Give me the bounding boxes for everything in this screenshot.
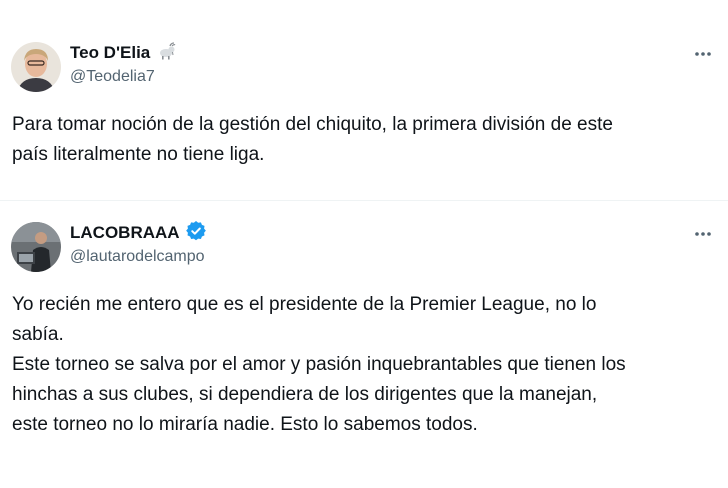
- handle[interactable]: @lautarodelcampo: [70, 248, 205, 266]
- avatar-photo-icon: [11, 42, 61, 92]
- handle[interactable]: @Teodelia7: [70, 68, 155, 86]
- more-icon: [695, 232, 711, 236]
- display-name[interactable]: Teo D'Elia: [70, 43, 150, 63]
- goat-icon: [156, 41, 176, 65]
- more-options-button[interactable]: [691, 222, 715, 246]
- verified-badge-icon[interactable]: [185, 220, 206, 246]
- tweet-text: Para tomar noción de la gestión del chiq…: [12, 114, 613, 165]
- tweet-lacobraaa[interactable]: LACOBRAAA @lautarodelcampo Yo recién me …: [0, 200, 728, 488]
- more-icon: [695, 52, 711, 56]
- display-name[interactable]: LACOBRAAA: [70, 223, 180, 243]
- avatar[interactable]: [11, 42, 61, 92]
- more-options-button[interactable]: [691, 42, 715, 66]
- tweet-teodelia[interactable]: Teo D'Elia @Teodelia7 Para tomar noción …: [0, 0, 728, 200]
- avatar-photo-icon: [11, 222, 61, 272]
- avatar[interactable]: [11, 222, 61, 272]
- tweet-text: Yo recién me entero que es el presidente…: [12, 294, 626, 435]
